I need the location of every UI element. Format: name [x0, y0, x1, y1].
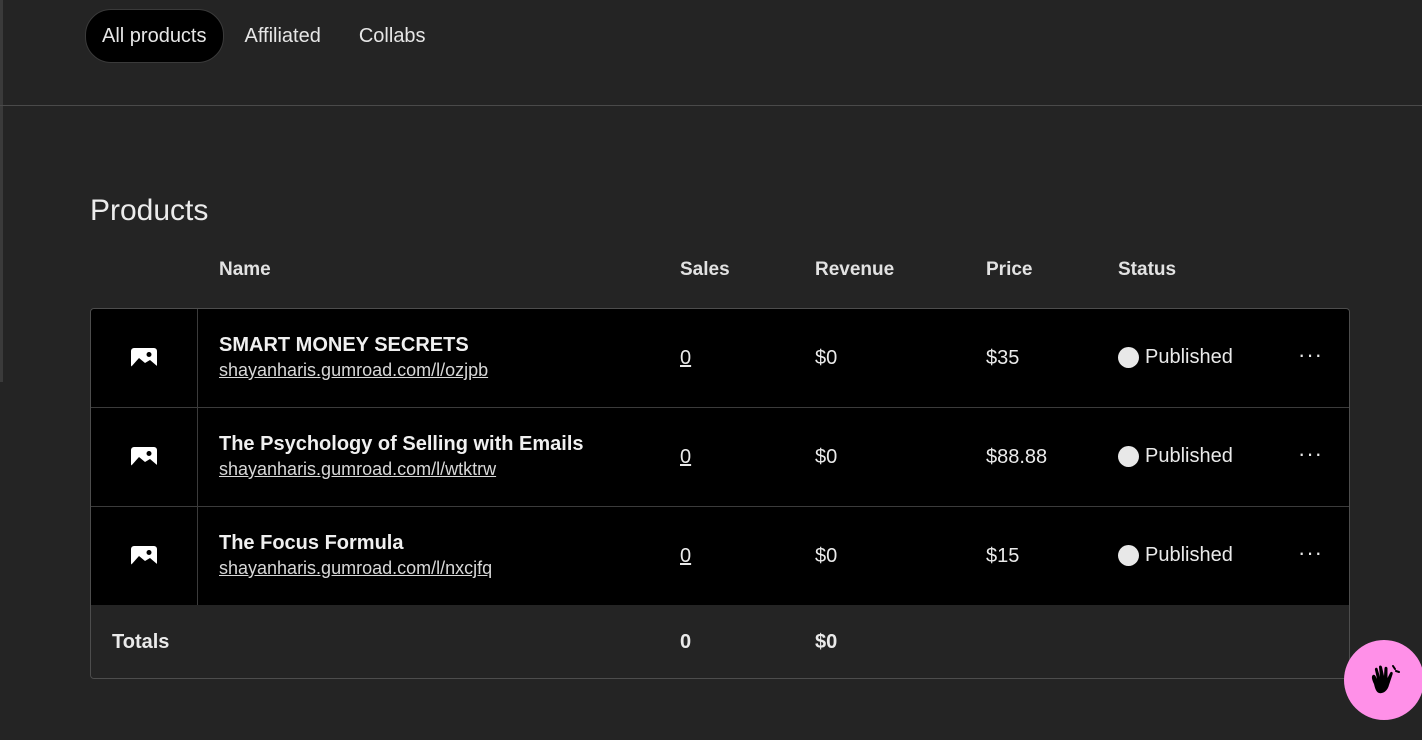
product-revenue: $0 [815, 545, 838, 567]
wave-hand-icon [1371, 665, 1400, 694]
tab-affiliated[interactable]: Affiliated [228, 9, 338, 63]
table-header: Name Sales Revenue Price Status [0, 259, 1422, 283]
product-thumbnail [91, 309, 198, 407]
totals-label: Totals [112, 631, 170, 653]
tab-all-products[interactable]: All products [85, 9, 224, 63]
more-horizontal-icon[interactable]: ··· [1298, 441, 1323, 467]
status-badge: Published [1118, 445, 1233, 468]
column-header-price[interactable]: Price [986, 259, 1032, 281]
product-name[interactable]: SMART MONEY SECRETS [219, 334, 488, 357]
product-url[interactable]: shayanharis.gumroad.com/l/ozjpb [219, 360, 488, 381]
product-url[interactable]: shayanharis.gumroad.com/l/nxcjfq [219, 558, 492, 579]
product-tabs: All products Affiliated Collabs [85, 9, 447, 63]
table-row[interactable]: The Focus Formula shayanharis.gumroad.co… [91, 507, 1349, 606]
column-header-name[interactable]: Name [219, 259, 271, 281]
more-horizontal-icon[interactable]: ··· [1298, 342, 1323, 368]
column-header-sales[interactable]: Sales [680, 259, 730, 281]
totals-sales: 0 [680, 631, 692, 653]
product-info: The Focus Formula shayanharis.gumroad.co… [219, 532, 492, 579]
product-info: SMART MONEY SECRETS shayanharis.gumroad.… [219, 334, 488, 381]
product-name[interactable]: The Psychology of Selling with Emails [219, 433, 584, 456]
products-table: SMART MONEY SECRETS shayanharis.gumroad.… [90, 308, 1350, 679]
published-dot-icon [1118, 446, 1139, 467]
tab-collabs[interactable]: Collabs [342, 9, 443, 63]
image-placeholder-icon [131, 447, 157, 467]
more-horizontal-icon[interactable]: ··· [1298, 540, 1323, 566]
tabs-bar: All products Affiliated Collabs [0, 0, 1422, 106]
totals-row: Totals 0 $0 [91, 605, 1349, 678]
product-revenue: $0 [815, 446, 838, 468]
status-label: Published [1145, 346, 1233, 368]
status-label: Published [1145, 445, 1233, 467]
product-url[interactable]: shayanharis.gumroad.com/l/wtktrw [219, 459, 584, 480]
product-sales[interactable]: 0 [680, 446, 691, 469]
status-badge: Published [1118, 346, 1233, 369]
product-sales[interactable]: 0 [680, 347, 691, 370]
column-header-status[interactable]: Status [1118, 259, 1176, 281]
product-thumbnail [91, 408, 198, 506]
help-button[interactable] [1344, 640, 1422, 720]
table-row[interactable]: SMART MONEY SECRETS shayanharis.gumroad.… [91, 309, 1349, 408]
status-badge: Published [1118, 544, 1233, 567]
status-label: Published [1145, 544, 1233, 566]
product-price: $88.88 [986, 446, 1048, 468]
published-dot-icon [1118, 347, 1139, 368]
product-name[interactable]: The Focus Formula [219, 532, 492, 555]
product-price: $15 [986, 545, 1020, 567]
image-placeholder-icon [131, 546, 157, 566]
product-info: The Psychology of Selling with Emails sh… [219, 433, 584, 480]
product-revenue: $0 [815, 347, 838, 369]
product-sales[interactable]: 0 [680, 545, 691, 568]
table-row[interactable]: The Psychology of Selling with Emails sh… [91, 408, 1349, 507]
published-dot-icon [1118, 545, 1139, 566]
totals-revenue: $0 [815, 631, 838, 653]
image-placeholder-icon [131, 348, 157, 368]
column-header-revenue[interactable]: Revenue [815, 259, 894, 281]
product-thumbnail [91, 507, 198, 605]
product-price: $35 [986, 347, 1020, 369]
page-title: Products [90, 194, 209, 227]
